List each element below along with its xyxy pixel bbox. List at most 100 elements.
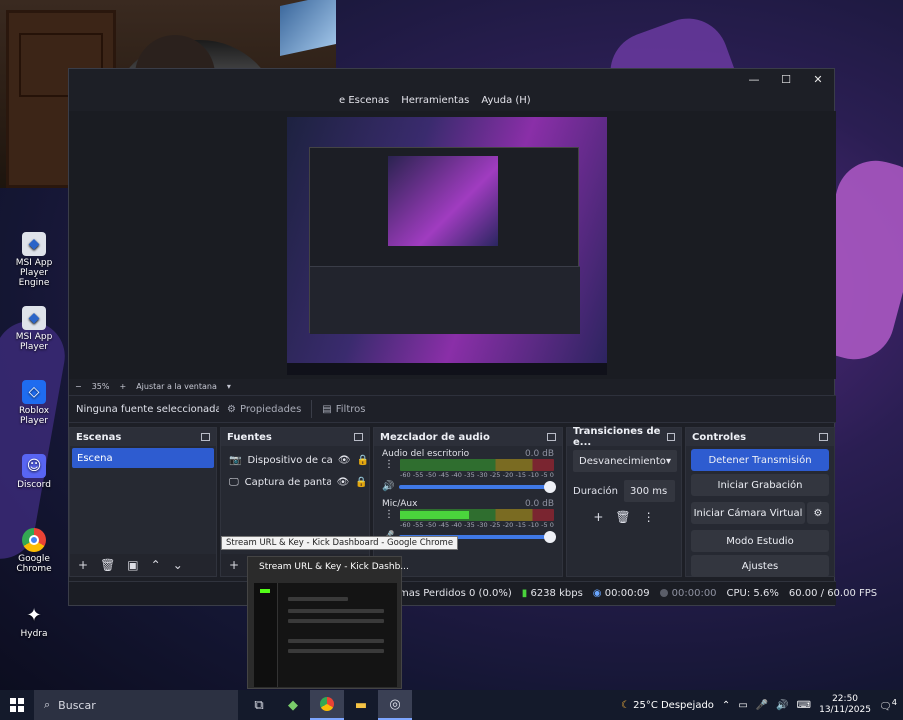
desktop-icon-msi-app-player-engine[interactable]: ◆ MSI App Player Engine <box>4 232 64 288</box>
desktop-icon-discord[interactable]: ☺ Discord <box>4 454 64 490</box>
chrome-icon <box>22 528 46 552</box>
microphone-icon[interactable]: 🎤 <box>756 700 768 711</box>
settings-button[interactable]: Ajustes <box>691 555 829 577</box>
chevron-up-icon[interactable]: ⌃ <box>722 700 730 711</box>
thumbnail-content <box>254 583 397 687</box>
kebab-icon[interactable]: ⋮ <box>643 510 655 524</box>
kebab-icon[interactable]: ⋮ <box>384 509 394 520</box>
channel-db: 0.0 dB <box>524 499 554 509</box>
undock-icon[interactable] <box>354 433 363 441</box>
taskbar-app-explorer[interactable]: ▬ <box>344 690 378 720</box>
sources-dock-header: Fuentes <box>221 428 369 446</box>
move-up-icon[interactable]: ⌃ <box>151 558 161 572</box>
stop-streaming-button[interactable]: Detener Transmisión <box>691 449 829 471</box>
taskbar-app-chrome[interactable] <box>310 690 344 720</box>
keyboard-icon[interactable]: ⌨ <box>797 700 811 711</box>
studio-mode-button[interactable]: Modo Estudio <box>691 530 829 552</box>
filters-button[interactable]: ▤ Filtros <box>314 398 373 420</box>
menu-bar: e Escenas Herramientas Ayuda (H) <box>69 89 834 111</box>
menu-escenas[interactable]: e Escenas <box>339 95 389 106</box>
meter-scale-tick: -55 <box>412 471 424 479</box>
undock-icon[interactable] <box>547 433 556 441</box>
start-virtual-camera-button[interactable]: Iniciar Cámara Virtual <box>691 502 805 524</box>
eye-icon[interactable]: 👁 <box>337 477 350 488</box>
undock-icon[interactable] <box>819 433 828 441</box>
menu-ayuda[interactable]: Ayuda (H) <box>481 95 530 106</box>
kebab-icon[interactable]: ⋮ <box>384 459 394 470</box>
add-icon[interactable]: + <box>78 558 88 572</box>
undock-icon[interactable] <box>201 433 210 441</box>
desktop: { "desktop": { "icons": [ {"label_line1"… <box>0 0 903 720</box>
desktop-icon-label: MSI App Player <box>15 332 53 352</box>
taskbar-app-msi[interactable]: ◆ <box>276 690 310 720</box>
move-down-icon[interactable]: ⌄ <box>173 558 183 572</box>
source-item[interactable]: 🖵 Captura de pantalla 👁 🔒 <box>221 471 369 493</box>
meter-scale-tick: -15 <box>515 471 527 479</box>
desktop-icon-chrome[interactable]: Google Chrome <box>4 528 64 574</box>
program-preview[interactable] <box>287 117 607 375</box>
search-icon: ⌕ <box>44 698 51 711</box>
speaker-icon[interactable]: 🔊 <box>382 481 394 492</box>
duration-label: Duración <box>573 485 619 497</box>
trash-icon[interactable]: 🗑 <box>615 510 630 524</box>
dock-title: Mezclador de audio <box>380 431 490 443</box>
folder-icon: ▬ <box>354 697 368 713</box>
transition-selected: Desvanecimiento <box>579 455 666 467</box>
transitions-dock: Transiciones de e... Desvanecimiento ▾ D… <box>566 426 682 577</box>
desktop-icon-msi-app-player[interactable]: ◆ MSI App Player <box>4 306 64 352</box>
menu-herramientas[interactable]: Herramientas <box>401 95 469 106</box>
divider <box>311 400 313 418</box>
webcam-background <box>280 0 336 56</box>
volume-slider-handle[interactable] <box>544 530 556 543</box>
duration-spinbox[interactable]: 300 ms <box>624 480 675 502</box>
start-button[interactable] <box>0 690 34 720</box>
kick-sidebar <box>254 583 278 687</box>
volume-slider-handle[interactable] <box>544 480 556 493</box>
desktop-icon-hydra[interactable]: ✦ Hydra <box>4 603 64 640</box>
eye-icon[interactable]: 👁 <box>338 455 351 466</box>
clock[interactable]: 22:50 13/11/2025 <box>819 694 871 716</box>
start-recording-button[interactable]: Iniciar Grabación <box>691 474 829 496</box>
transition-select[interactable]: Desvanecimiento ▾ <box>573 450 677 472</box>
task-view-button[interactable]: ⧉ <box>242 690 276 720</box>
desktop-icon-roblox[interactable]: ◇ Roblox Player <box>4 380 64 426</box>
undock-icon[interactable] <box>666 433 675 441</box>
taskbar-search[interactable]: ⌕ Buscar <box>34 690 238 720</box>
thumbnail-header: Stream URL & Key - Kick Dashb... <box>248 557 409 577</box>
mixer-channel: Audio del escritorio 0.0 dB ⋮ -60 -55 -50-… <box>374 446 562 493</box>
scene-item[interactable]: Escena <box>72 448 214 468</box>
zoom-in-button[interactable]: + <box>119 382 126 391</box>
zoom-out-button[interactable]: − <box>75 382 82 391</box>
maximize-button[interactable]: ☐ <box>770 69 802 89</box>
speaker-icon[interactable]: 🔊 <box>776 700 788 711</box>
discord-icon: ☺ <box>22 454 46 478</box>
obs-titlebar: — ☐ ✕ <box>69 69 834 89</box>
close-button[interactable]: ✕ <box>802 69 834 89</box>
system-tray: ☾ 25°C Despejado ⌃ ▭ 🎤 🔊 ⌨ 22:50 13/11/2… <box>621 690 903 720</box>
fit-to-window[interactable]: Ajustar a la ventana <box>136 382 217 391</box>
chevron-down-icon: ▾ <box>665 455 671 467</box>
msi-app-player-icon: ◆ <box>22 306 46 330</box>
add-icon[interactable]: + <box>229 558 239 572</box>
meter-scale-tick: -10 <box>528 471 539 479</box>
filter-icon[interactable]: ▣ <box>127 558 138 572</box>
minimize-button[interactable]: — <box>738 69 770 89</box>
preview-area[interactable] <box>69 111 836 379</box>
chrome-thumbnail-preview[interactable]: Stream URL & Key - Kick Dashb... <box>247 556 409 689</box>
zoom-dropdown[interactable]: ▾ <box>227 382 231 391</box>
properties-button[interactable]: ⚙ Propiedades <box>219 398 309 420</box>
lock-icon[interactable]: 🔒 <box>357 455 369 466</box>
source-item[interactable]: 📷 Dispositivo de captura 👁 🔒 <box>221 449 369 471</box>
virtual-camera-settings-button[interactable]: ⚙ <box>807 502 829 524</box>
trash-icon[interactable]: 🗑 <box>100 558 115 572</box>
add-icon[interactable]: + <box>593 510 603 524</box>
battery-icon[interactable]: ▭ <box>738 700 747 711</box>
lock-icon[interactable]: 🔒 <box>355 477 367 488</box>
weather-widget[interactable]: ☾ 25°C Despejado <box>621 700 714 711</box>
volume-slider[interactable] <box>399 480 556 493</box>
taskbar-app-obs[interactable]: ◎ <box>378 690 412 720</box>
source-toolbar: Ninguna fuente seleccionada ⚙ Propiedade… <box>69 395 836 423</box>
meter-scale-tick: -60 <box>400 521 411 529</box>
notifications-button[interactable]: 🗨4 <box>879 697 897 712</box>
monitor-icon: 🖵 <box>229 476 239 488</box>
